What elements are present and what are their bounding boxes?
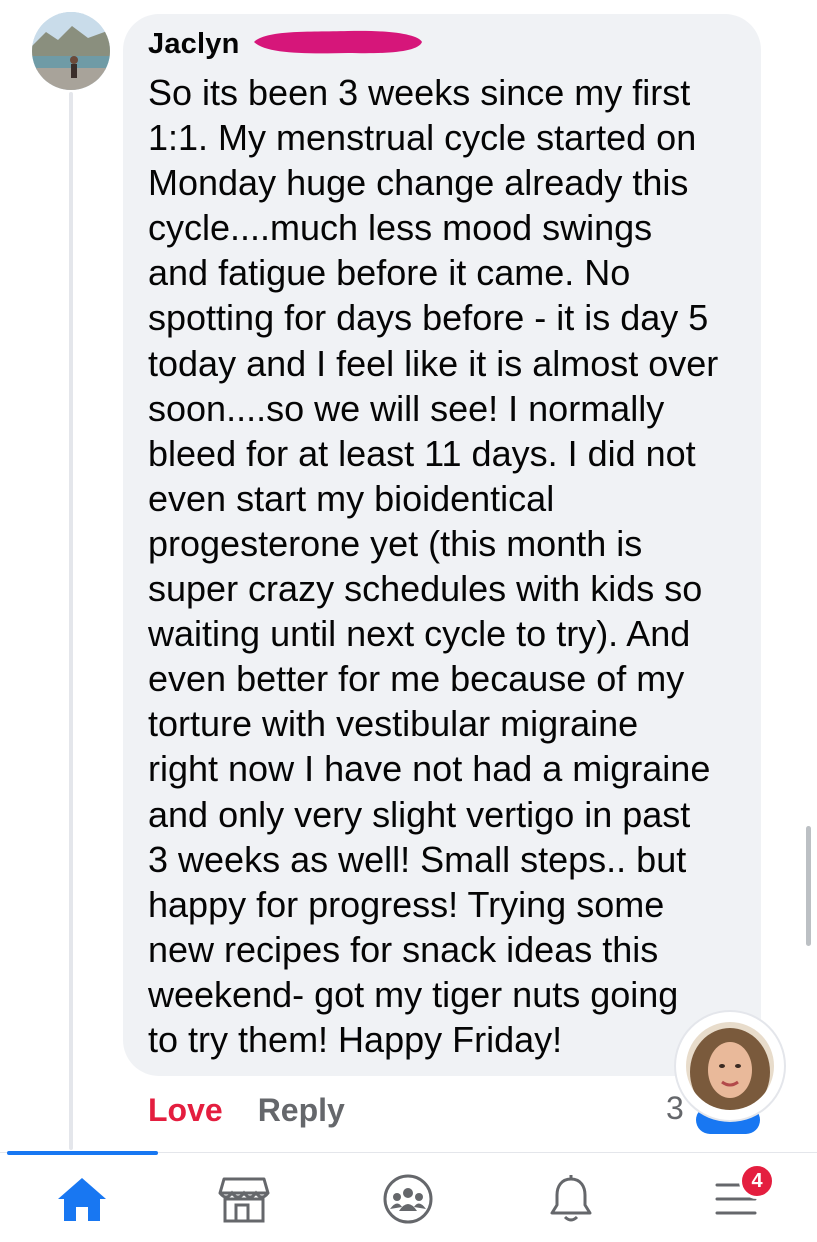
home-icon	[58, 1178, 106, 1221]
scrollbar-thumb[interactable]	[806, 826, 811, 946]
love-reaction-button[interactable]: Love	[148, 1092, 223, 1129]
comment-actions: Love Reply	[148, 1088, 345, 1132]
comment-body-text: So its been 3 weeks since my first 1:1. …	[148, 72, 719, 1060]
tab-notifications[interactable]	[531, 1167, 611, 1231]
marketplace-icon	[218, 1177, 270, 1223]
bell-icon	[550, 1175, 592, 1222]
replier-avatar[interactable]	[686, 1022, 774, 1110]
menu-notification-badge: 4	[739, 1163, 775, 1199]
author-avatar-photo	[32, 12, 110, 90]
bottom-tab-bar	[0, 1151, 817, 1242]
comment-author-name[interactable]: Jaclyn	[148, 28, 240, 61]
author-avatar[interactable]	[32, 12, 110, 90]
replier-avatar-photo	[686, 1022, 774, 1110]
tab-home[interactable]	[42, 1167, 122, 1231]
tab-marketplace[interactable]	[204, 1167, 284, 1231]
thread-connector-line	[69, 92, 73, 1150]
name-redaction-mark	[254, 30, 422, 54]
reply-button[interactable]: Reply	[258, 1092, 345, 1129]
reaction-count[interactable]: 3	[666, 1090, 684, 1127]
groups-icon	[383, 1174, 433, 1224]
tab-groups[interactable]	[368, 1167, 448, 1231]
active-tab-indicator	[7, 1151, 158, 1155]
